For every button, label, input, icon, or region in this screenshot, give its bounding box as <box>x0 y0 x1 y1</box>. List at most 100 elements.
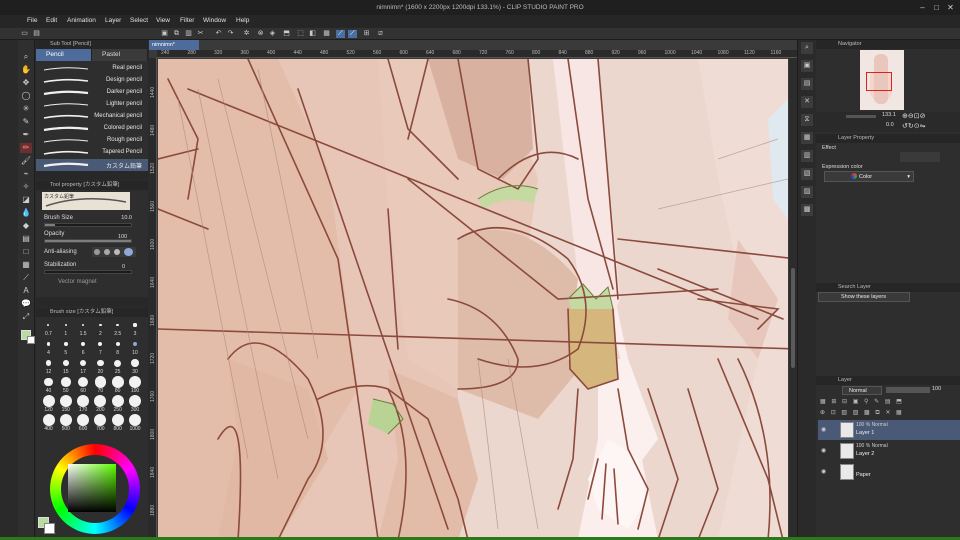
layer-row[interactable]: ◉ 100 % Normal Layer 2 <box>818 441 960 461</box>
menu-file[interactable]: File <box>27 17 37 24</box>
undo-icon[interactable]: ↶ <box>214 30 223 38</box>
settings-icon[interactable]: ✲ <box>242 30 251 38</box>
brush-item[interactable]: カスタム鉛筆 <box>36 159 148 171</box>
open-icon[interactable]: ▤ <box>32 30 41 38</box>
brush-size-dot[interactable] <box>94 376 106 388</box>
timeline-icon[interactable]: ▧ <box>801 168 813 180</box>
menu-animation[interactable]: Animation <box>67 17 96 24</box>
deselect-icon[interactable]: ⬚ <box>296 30 305 38</box>
brush-size-dot[interactable] <box>94 395 107 407</box>
brush-size-dot[interactable] <box>59 414 72 426</box>
navigator-icon[interactable]: ⌕ <box>801 42 813 54</box>
brush-size-dot[interactable] <box>77 395 90 407</box>
menu-view[interactable]: View <box>156 17 170 24</box>
eraser-icon[interactable]: ◪ <box>20 195 32 205</box>
brush-size-dot[interactable] <box>114 359 122 367</box>
zoom-controls-icon[interactable]: ⊕⊖⊡⊘ <box>902 112 925 120</box>
save-icon[interactable]: ▣ <box>160 30 169 38</box>
eye-icon[interactable]: ◉ <box>821 447 826 454</box>
layer-filter-select[interactable]: Show these layers <box>818 292 910 302</box>
cmd-extra-icon[interactable]: ⧄ <box>376 30 385 38</box>
brush-size-value[interactable]: 10.0 <box>121 215 132 221</box>
stabilization-value[interactable]: 0 <box>122 264 125 270</box>
eye-icon[interactable]: ◉ <box>821 468 826 475</box>
brush-size-dot[interactable] <box>63 342 68 346</box>
grid-icon[interactable]: ▦ <box>322 30 331 38</box>
menu-edit[interactable]: Edit <box>46 17 57 24</box>
new-icon[interactable]: ▭ <box>20 30 29 38</box>
pen-icon[interactable]: ✒ <box>20 130 32 140</box>
brush-item[interactable]: Tapered Pencil <box>36 147 148 159</box>
brush-size-dot[interactable] <box>44 377 53 387</box>
pencil-icon[interactable]: ✏ <box>20 143 32 153</box>
effect-buttons[interactable] <box>900 152 940 162</box>
brush-size-dot[interactable] <box>129 414 141 426</box>
move-icon[interactable]: ✥ <box>20 78 32 88</box>
brush-size-dot[interactable] <box>61 377 71 387</box>
brush-size-dot[interactable] <box>133 323 137 327</box>
expression-color-select[interactable]: Color ▾ <box>824 171 914 182</box>
menu-layer[interactable]: Layer <box>105 17 121 24</box>
brush-size-dot[interactable] <box>111 395 124 407</box>
layer-toolbar-2[interactable]: ⊕ ⊡ ▧ ▨ ▩ ⧉ ✕ ▦ <box>820 409 956 419</box>
navigator-view-rect[interactable] <box>866 72 892 91</box>
figure-icon[interactable]: □ <box>20 247 32 257</box>
brush-size-dot[interactable] <box>99 323 102 327</box>
eyedropper-icon[interactable]: ✎ <box>20 117 32 127</box>
invert-icon[interactable]: ◧ <box>308 30 317 38</box>
rotation-value[interactable]: 0.0 <box>886 122 894 128</box>
tab-pencil[interactable]: Pencil <box>36 49 92 61</box>
hand-icon[interactable]: ✋ <box>20 65 32 75</box>
brush-size-dot[interactable] <box>46 342 51 346</box>
zoom-slider[interactable] <box>846 115 876 118</box>
fill-icon[interactable]: ◈ <box>268 30 277 38</box>
story-icon[interactable]: ▩ <box>801 204 813 216</box>
zoom-value[interactable]: 133.1 <box>882 112 896 118</box>
blend-icon[interactable]: 💧 <box>20 208 32 218</box>
ruler-icon[interactable]: ⟋ <box>20 273 32 283</box>
sub-color-swatch[interactable] <box>27 336 35 344</box>
maximize-button[interactable]: □ <box>932 3 941 12</box>
brush-size-dot[interactable] <box>80 360 87 366</box>
brush-size-dot[interactable] <box>42 414 55 426</box>
brush-size-dot[interactable] <box>47 323 50 326</box>
brush-size-dot[interactable] <box>115 341 120 347</box>
navigator-preview[interactable] <box>860 50 904 110</box>
layer-property-icon[interactable]: ✕ <box>801 96 813 108</box>
eye-icon[interactable]: ◉ <box>821 426 826 433</box>
layer-row[interactable]: ◉ Paper <box>818 462 960 482</box>
brush-size-dot[interactable] <box>64 323 67 327</box>
brush-size-dot[interactable] <box>81 323 85 327</box>
brush-size-dot[interactable] <box>111 414 124 426</box>
brush-item[interactable]: Darker pencil <box>36 87 148 99</box>
brush-icon[interactable]: 🖌 <box>20 156 32 166</box>
saturation-value-square[interactable] <box>68 464 116 512</box>
layer-opacity-value[interactable]: 100 <box>932 386 941 392</box>
brush-item[interactable]: Mechanical pencil <box>36 111 148 123</box>
layer-row[interactable]: ◉ 100 % Normal Layer 1 <box>818 420 960 440</box>
snap-grid-icon[interactable]: ⊞ <box>362 30 371 38</box>
sub-view-icon[interactable]: ▣ <box>801 60 813 72</box>
stabilization-slider[interactable] <box>44 270 132 274</box>
brush-size-dot[interactable] <box>97 359 104 367</box>
brush-size-dot[interactable] <box>129 376 141 388</box>
correct-line-icon[interactable]: ⤢ <box>20 312 32 322</box>
brush-item[interactable]: Rough pencil <box>36 135 148 147</box>
airbrush-icon[interactable]: ⌁ <box>20 169 32 179</box>
animation-icon[interactable]: ▥ <box>801 150 813 162</box>
brush-size-dot[interactable] <box>77 376 89 388</box>
tab-pastel[interactable]: Pastel <box>92 49 148 61</box>
brush-size-dot[interactable] <box>42 395 55 407</box>
copy-icon[interactable]: ⧉ <box>172 30 181 38</box>
layer-opacity-slider[interactable] <box>886 387 930 393</box>
brush-size-dot[interactable] <box>59 395 72 407</box>
brush-size-dot[interactable] <box>62 360 69 366</box>
blend-mode-select[interactable]: Normal <box>842 386 882 395</box>
brush-size-dot[interactable] <box>131 359 139 367</box>
decoration-icon[interactable]: ✧ <box>20 182 32 192</box>
close-button[interactable]: ✕ <box>946 3 955 12</box>
auto-action-icon[interactable]: ▦ <box>801 132 813 144</box>
transform-icon[interactable]: ⬒ <box>282 30 291 38</box>
document-tab[interactable]: nimnimn* <box>149 40 199 50</box>
menu-window[interactable]: Window <box>203 17 226 24</box>
